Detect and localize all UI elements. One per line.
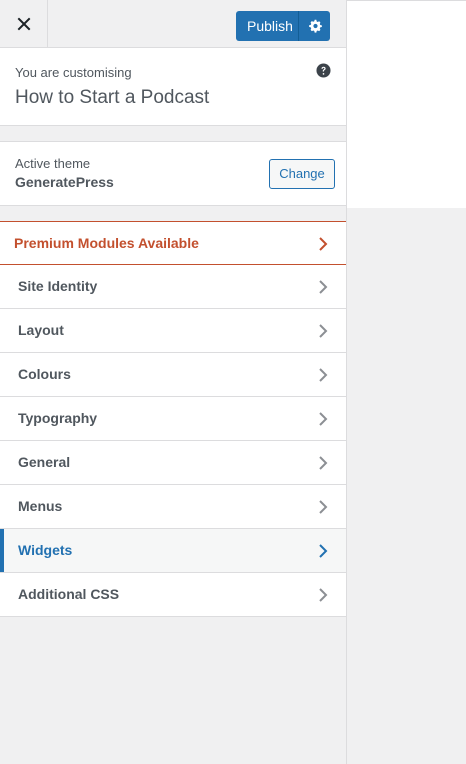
panel-label: General [18,454,71,470]
preview-background [347,208,466,764]
customizing-info: You are customising How to Start a Podca… [0,48,346,126]
panel-premium-modules[interactable]: Premium Modules Available [0,221,346,265]
customizer-page: Publish You are customising How to Start… [0,0,466,764]
customizer-panel-list: Premium Modules Available Site Identity … [0,221,346,617]
panel-label: Colours [18,366,71,382]
panel-label: Premium Modules Available [14,235,199,251]
active-theme-label: Active theme [15,156,91,171]
preview-divider [347,0,466,1]
panel-colours[interactable]: Colours [0,353,346,397]
chevron-right-icon [319,500,328,514]
site-title: How to Start a Podcast [15,87,210,108]
close-icon [17,17,30,31]
panel-additional-css[interactable]: Additional CSS [0,573,346,617]
customizer-header: Publish [0,0,346,48]
change-theme-button[interactable]: Change [269,159,335,189]
panel-typography[interactable]: Typography [0,397,346,441]
chevron-right-icon [319,588,328,602]
panel-general[interactable]: General [0,441,346,485]
panel-site-identity[interactable]: Site Identity [0,265,346,309]
help-icon[interactable] [316,63,331,78]
panel-layout[interactable]: Layout [0,309,346,353]
chevron-right-icon [319,544,328,558]
customizing-label: You are customising [15,65,132,80]
chevron-right-icon [319,412,328,426]
panel-label: Widgets [18,542,73,558]
chevron-right-icon [319,324,328,338]
panel-label: Site Identity [18,278,98,294]
active-theme-section: Active theme GeneratePress Change [0,141,346,206]
close-button[interactable] [0,0,48,48]
customizer-sidebar: Publish You are customising How to Start… [0,0,346,764]
panel-label: Layout [18,322,64,338]
panel-label: Typography [18,410,98,426]
chevron-right-icon [319,368,328,382]
chevron-right-icon [319,456,328,470]
site-preview[interactable] [346,0,466,764]
publish-settings-button[interactable] [299,11,330,41]
publish-button-group: Publish [236,11,330,41]
panel-menus[interactable]: Menus [0,485,346,529]
chevron-right-icon [319,237,328,251]
panel-label: Menus [18,498,63,514]
panel-label: Additional CSS [18,586,120,602]
chevron-right-icon [319,280,328,294]
gear-icon [308,19,322,33]
panel-widgets[interactable]: Widgets [0,529,346,573]
publish-button[interactable]: Publish [236,11,299,41]
active-theme-name: GeneratePress [15,174,114,190]
